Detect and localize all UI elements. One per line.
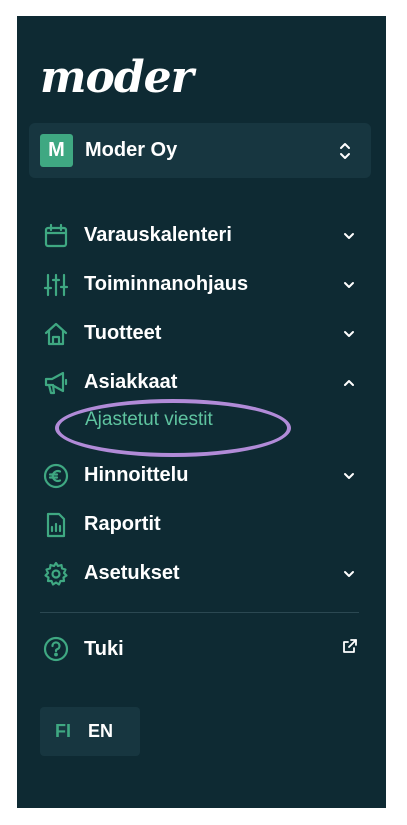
- external-link-icon[interactable]: [342, 638, 358, 654]
- nav-label: Tuki: [84, 637, 124, 660]
- chevron-down-icon: [342, 469, 356, 483]
- sliders-icon: [42, 271, 70, 299]
- report-icon: [42, 511, 70, 539]
- language-option-fi[interactable]: FI: [55, 721, 71, 742]
- chevron-down-icon: [342, 327, 356, 341]
- organization-switcher[interactable]: M Moder Oy: [29, 123, 371, 178]
- org-avatar: M: [40, 134, 73, 167]
- nav-label: Asiakkaat: [84, 371, 178, 393]
- nav-label: Tuotteet: [84, 322, 162, 344]
- nav-item-hinnoittelu[interactable]: Hinnoittelu: [17, 451, 386, 500]
- nav-item-toiminnanohjaus[interactable]: Toiminnanohjaus: [17, 260, 386, 309]
- nav-label: Asetukset: [84, 562, 180, 584]
- language-option-en[interactable]: EN: [88, 721, 113, 742]
- nav-item-asiakkaat[interactable]: Asiakkaat: [17, 358, 386, 407]
- nav-label: Hinnoittelu: [84, 464, 189, 486]
- nav-item-tuotteet[interactable]: Tuotteet: [17, 309, 386, 358]
- subnav-item-ajastetut-viestit[interactable]: Ajastetut viestit: [17, 399, 386, 457]
- megaphone-icon: [42, 369, 70, 397]
- nav-item-varauskalenteri[interactable]: Varauskalenteri: [17, 211, 386, 260]
- org-name: Moder Oy: [85, 139, 178, 161]
- nav-label: Toiminnanohjaus: [84, 273, 249, 295]
- subnav-label: Ajastetut viestit: [85, 409, 213, 430]
- moder-logo[interactable]: moder: [40, 56, 194, 112]
- main-nav: Varauskalenteri Toiminnanohjaus Tuotteet…: [17, 211, 386, 598]
- chevron-up-icon: [342, 376, 356, 390]
- euro-icon: [42, 462, 70, 490]
- nav-label: Varauskalenteri: [84, 224, 232, 246]
- language-switcher: FI EN: [40, 707, 140, 756]
- nav-label: Raportit: [84, 513, 161, 535]
- logo-text: moder: [40, 52, 194, 103]
- help-circle-icon: [42, 635, 70, 663]
- home-icon: [42, 320, 70, 348]
- calendar-icon: [42, 222, 70, 250]
- chevron-down-icon: [342, 278, 356, 292]
- nav-item-tuki[interactable]: Tuki: [17, 624, 386, 674]
- chevron-down-icon: [342, 567, 356, 581]
- nav-divider: [40, 612, 359, 613]
- sidebar: moder M Moder Oy Varauskalenteri Toiminn…: [17, 16, 386, 808]
- chevron-up-down-icon: [337, 140, 353, 162]
- gear-icon: [42, 560, 70, 588]
- nav-item-asetukset[interactable]: Asetukset: [17, 549, 386, 598]
- chevron-down-icon: [342, 229, 356, 243]
- nav-item-raportit[interactable]: Raportit: [17, 500, 386, 549]
